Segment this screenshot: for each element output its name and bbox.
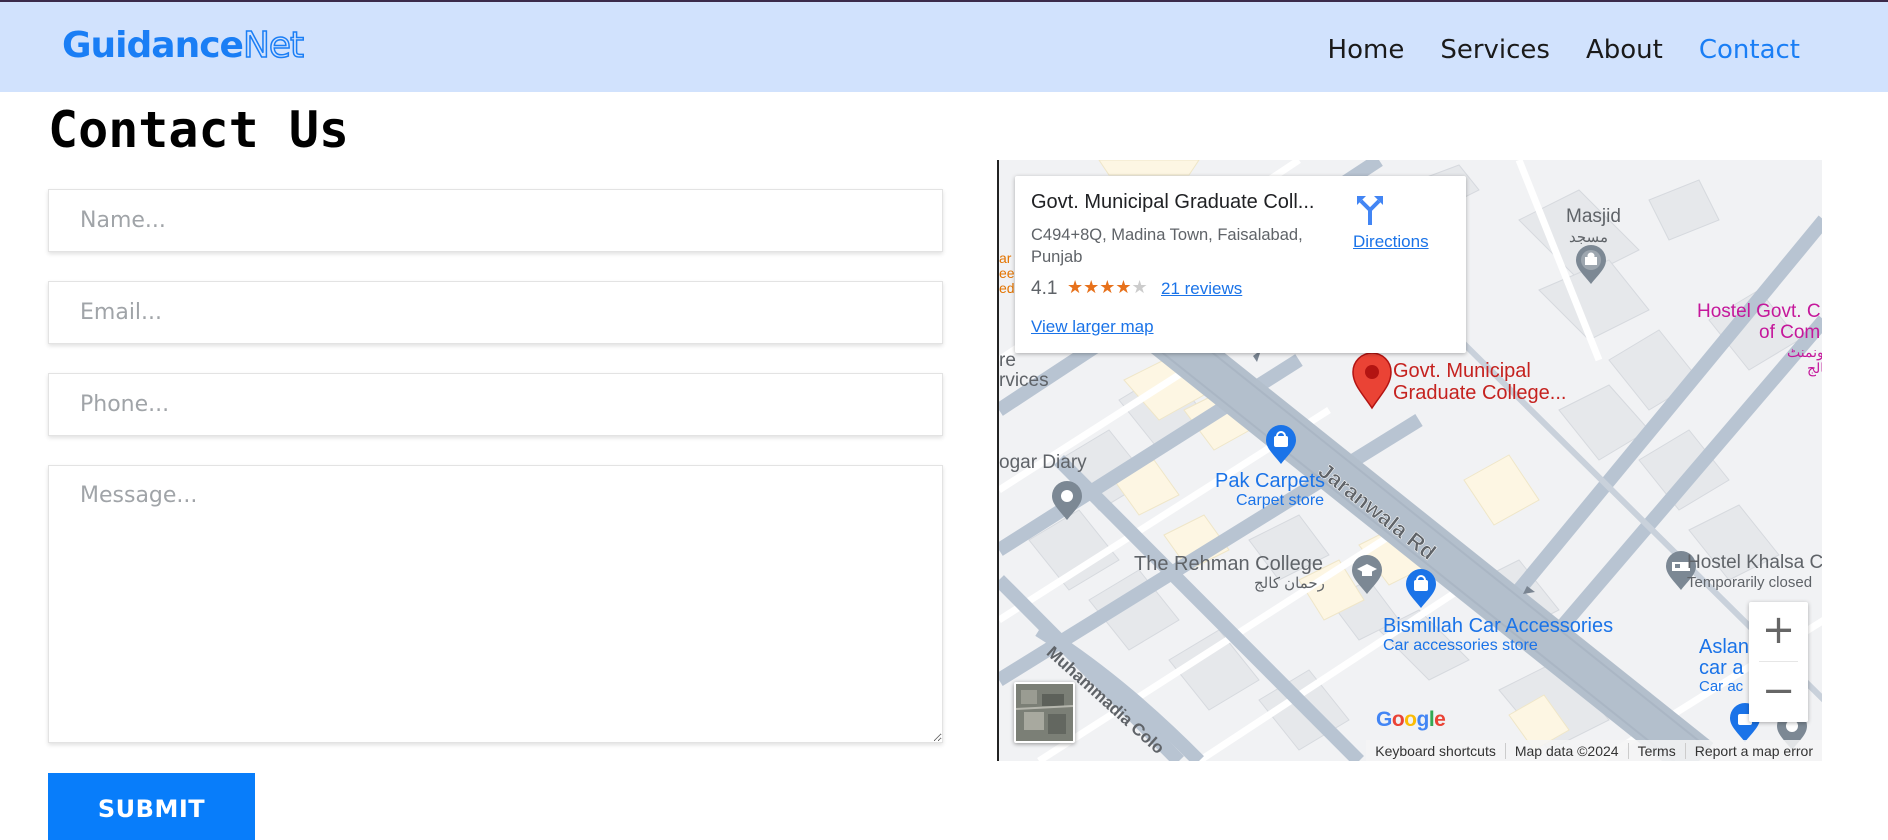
google-letter-o1: o [1391,708,1405,731]
location-pin-icon[interactable] [1351,352,1393,410]
page-title: Contact Us [48,101,350,159]
nav-home[interactable]: Home [1328,30,1405,70]
zoom-separator [1759,661,1798,662]
google-letter-o2: o [1404,708,1417,731]
zoom-out-button[interactable]: − [1749,663,1808,722]
place-title: Govt. Municipal Graduate Coll... [1031,191,1315,213]
google-letter-g: G [1376,708,1392,731]
map-label-hostel-urdu: یونمنٹ [1787,344,1822,360]
zoom-control: + − [1749,602,1808,722]
map-label-edge-3: ed [999,280,1015,296]
logo-text-net: Net [242,24,305,67]
map-label-aslam-2: car a [1699,657,1744,679]
map-label-aslam-1: Aslan [1699,636,1750,658]
map-label-diary: ogar Diary [999,452,1087,473]
satellite-thumbnail-icon [1016,684,1073,741]
shopping-marker-icon[interactable] [1263,424,1299,466]
keyboard-shortcuts-link[interactable]: Keyboard shortcuts [1366,743,1505,759]
directions-link[interactable]: Directions [1353,232,1429,252]
place-rating: 4.1 [1031,278,1058,299]
google-letter-e: e [1434,708,1446,731]
map-label-masjid: Masjid [1566,206,1621,227]
stars-filled: ★★★★ [1067,277,1132,297]
directions-icon[interactable] [1353,192,1387,226]
rating-stars-icon: ★★★★★ [1067,277,1148,298]
map-label-rehman-urdu: رحمان کالج [1254,575,1325,592]
zoom-in-button[interactable]: + [1749,602,1808,661]
google-letter-g2: g [1416,708,1430,731]
map-label-bismillah: Bismillah Car Accessories [1383,615,1614,637]
map-label-pak-carpets: Pak Carpets [1215,470,1326,492]
map-label-services-1: re [999,350,1016,371]
site-logo[interactable]: GuidanceNet [62,24,305,68]
map-label-hostel-govt-2: of Com [1759,322,1821,343]
map-label-temporarily-closed: Temporarily closed [1687,574,1813,591]
stars-empty: ★ [1131,277,1148,297]
map-data-text: Map data ©2024 [1504,742,1628,759]
nav-contact[interactable]: Contact [1699,30,1800,70]
map-label-carpet-store: Carpet store [1236,492,1325,509]
nav-about[interactable]: About [1586,30,1663,70]
map-label-edge-1: ar [999,250,1012,266]
map-label-hostel-khalsa: Hostel Khalsa C [1687,552,1822,573]
map-label-hostel-govt: Hostel Govt. C [1697,301,1821,322]
map-label-hostel-urdu-2: کالج [1807,360,1822,376]
message-textarea[interactable] [48,465,943,743]
map-label-car-acc-store: Car accessories store [1383,637,1538,654]
map-label-masjid-urdu: مسجد [1569,229,1608,246]
mosque-marker-icon[interactable] [1573,244,1609,286]
map-label-pin-1: Govt. Municipal [1393,360,1531,382]
map-label-edge-2: ee [999,265,1015,281]
map-attribution-bar: Keyboard shortcuts Map data ©2024 Terms … [1366,740,1822,761]
satellite-toggle-button[interactable] [1014,682,1075,743]
view-larger-map-link[interactable]: View larger map [1031,317,1154,337]
google-logo: Google [1376,708,1446,732]
place-marker-icon[interactable] [1049,480,1085,522]
reviews-link[interactable]: 21 reviews [1161,279,1242,299]
school-marker-icon[interactable] [1349,554,1385,596]
terms-link[interactable]: Terms [1627,742,1685,759]
navbar: GuidanceNet Home Services About Contact [0,2,1888,92]
map-label-aslam-3: Car ac [1699,678,1744,695]
map-label-rehman-college: The Rehman College [1134,553,1323,575]
map-embed[interactable]: Masjid مسجد Hostel Govt. C of Com یونمنٹ… [997,160,1822,761]
nav-services[interactable]: Services [1440,30,1550,70]
phone-input[interactable] [48,373,943,436]
submit-button[interactable]: SUBMIT [48,773,255,840]
map-label-pin-2: Graduate College... [1393,382,1567,404]
main-nav: Home Services About Contact [1328,30,1800,70]
place-info-card: Govt. Municipal Graduate Coll... C494+8Q… [1015,176,1466,353]
email-input[interactable] [48,281,943,344]
report-map-error-link[interactable]: Report a map error [1684,742,1822,759]
logo-text-guidance: Guidance [62,25,244,66]
name-input[interactable] [48,189,943,252]
shopping-marker-icon[interactable] [1403,568,1439,610]
map-label-services-2: rvices [999,370,1049,391]
place-address: C494+8Q, Madina Town, Faisalabad, Punjab [1031,226,1303,266]
